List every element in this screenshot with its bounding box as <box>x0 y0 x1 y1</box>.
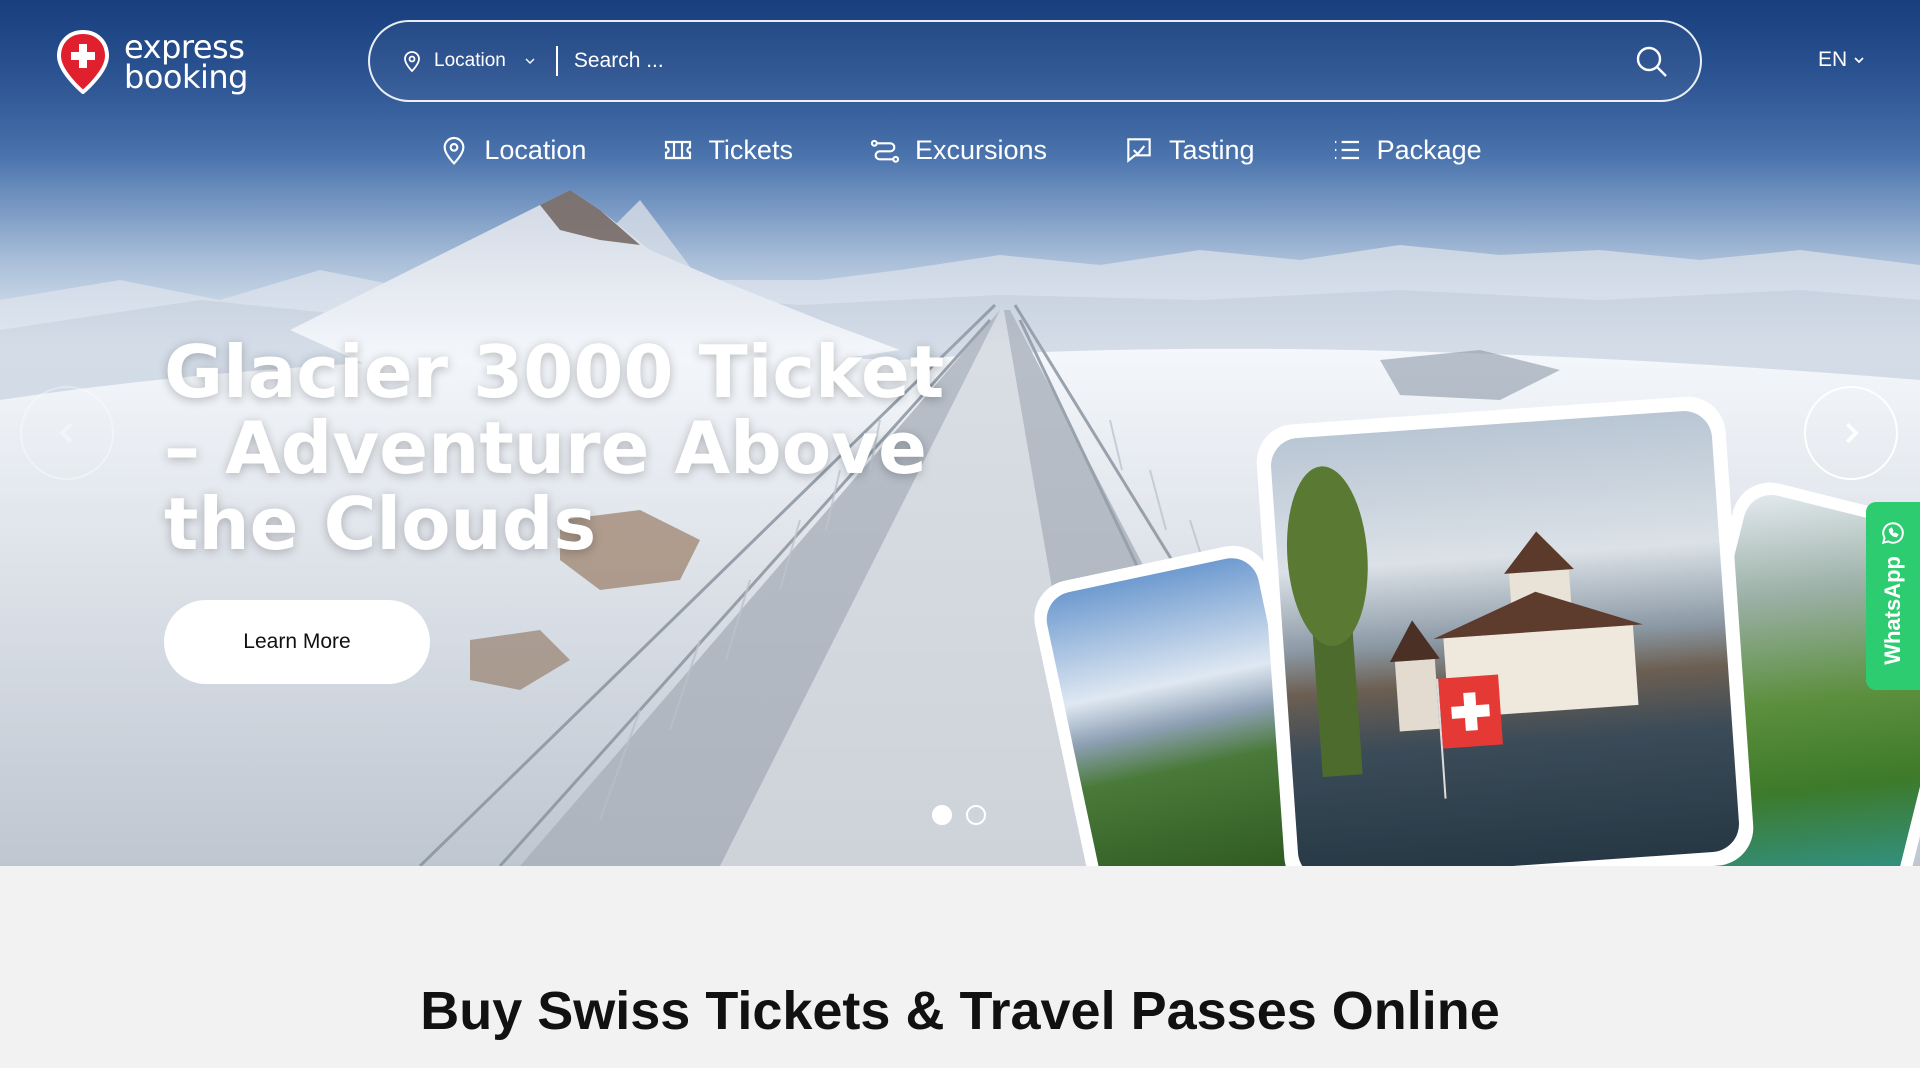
chevron-down-icon <box>525 58 535 64</box>
castle-illustration <box>1286 466 1643 799</box>
search-icon[interactable] <box>1634 44 1670 80</box>
learn-more-button[interactable]: Learn More <box>164 600 430 684</box>
nav-item-package[interactable]: Package <box>1293 134 1520 166</box>
whatsapp-button[interactable]: WhatsApp <box>1866 502 1920 690</box>
whatsapp-icon <box>1881 522 1904 545</box>
list-icon <box>1334 140 1359 160</box>
route-icon <box>870 139 900 163</box>
logo-line2: booking <box>124 58 248 96</box>
nav-item-label: Location <box>484 134 587 165</box>
carousel-dot[interactable] <box>932 805 952 825</box>
location-dropdown[interactable]: Location <box>400 49 538 73</box>
map-pin-icon <box>443 136 465 165</box>
chevron-left-icon <box>59 422 73 444</box>
hero-banner: express booking Location EN <box>0 0 1920 866</box>
nav-item-label: Excursions <box>914 134 1047 165</box>
logo[interactable]: express booking <box>56 30 248 94</box>
chevron-right-icon <box>1845 422 1859 444</box>
search-input[interactable] <box>573 49 1574 73</box>
map-pin-icon <box>404 51 420 73</box>
carousel-prev-button[interactable] <box>20 386 114 480</box>
search-divider <box>555 46 558 76</box>
tasting-icon <box>1127 138 1151 163</box>
nav-item-location[interactable]: Location <box>400 134 624 166</box>
nav-item-tasting[interactable]: Tasting <box>1085 134 1293 166</box>
main-nav: Location Tickets Excursions Tasting Pack… <box>0 134 1920 166</box>
nav-item-tickets[interactable]: Tickets <box>624 134 831 166</box>
swiss-pin-icon <box>56 30 110 94</box>
carousel-dots <box>932 805 986 825</box>
carousel-dot[interactable] <box>966 805 986 825</box>
nav-item-label: Tasting <box>1169 134 1255 165</box>
carousel-next-button[interactable] <box>1804 386 1898 480</box>
chevron-down-icon <box>1854 57 1864 64</box>
language-selector[interactable]: EN <box>1818 48 1867 72</box>
photo-card-castle <box>1254 394 1756 866</box>
search-bar: Location <box>368 20 1702 102</box>
hero-title: Glacier 3000 Ticket – Adventure Above th… <box>164 330 945 566</box>
nav-item-label: Package <box>1376 134 1482 165</box>
language-label: EN <box>1818 48 1848 71</box>
section-title: Buy Swiss Tickets & Travel Passes Online <box>420 981 1500 1041</box>
whatsapp-label: WhatsApp <box>1880 556 1905 665</box>
nav-item-excursions[interactable]: Excursions <box>831 134 1085 166</box>
logo-text: express booking <box>124 31 248 96</box>
nav-item-label: Tickets <box>708 134 793 165</box>
ticket-icon <box>665 140 692 160</box>
location-dropdown-label: Location <box>434 50 506 71</box>
